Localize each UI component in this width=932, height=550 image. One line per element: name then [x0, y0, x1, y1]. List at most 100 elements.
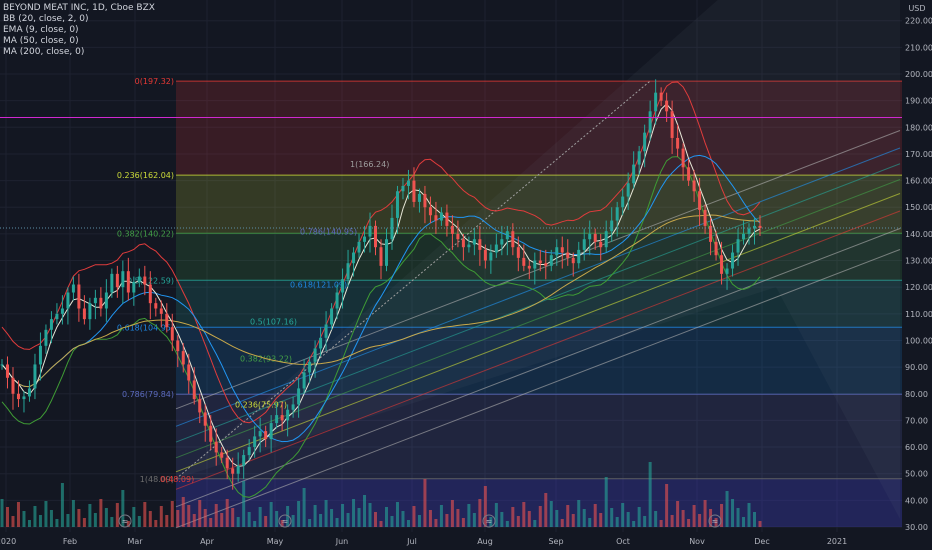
candle-body	[450, 225, 454, 234]
candle-body	[703, 209, 707, 226]
candle-body	[269, 423, 273, 440]
volume-bar	[428, 510, 432, 527]
price-tick-label: 180.00	[905, 123, 932, 132]
volume-bar	[461, 518, 465, 527]
volume-bar	[209, 518, 213, 527]
volume-bar	[703, 500, 707, 527]
candle-body	[115, 273, 119, 288]
volume-bar	[665, 484, 669, 527]
volume-bar	[88, 504, 92, 527]
price-tick-label: 220.00	[905, 17, 932, 26]
volume-bar	[626, 512, 630, 527]
candle-body	[110, 273, 114, 293]
volume-bar	[538, 506, 542, 527]
volume-bar	[604, 477, 608, 527]
time-tick-label: May	[267, 537, 284, 546]
candle-body	[725, 268, 729, 274]
volume-bar	[60, 483, 64, 527]
candle-body	[555, 247, 559, 256]
price-tick-label: 90.00	[905, 363, 928, 372]
candle-body	[731, 252, 735, 269]
candle-body	[621, 196, 625, 208]
volume-bar	[505, 521, 509, 527]
candle-body	[698, 191, 702, 210]
volume-bar	[115, 503, 119, 527]
volume-bar	[319, 514, 323, 527]
candle-body	[275, 415, 279, 424]
indicator-ma50[interactable]: MA (50, close, 0)	[3, 36, 155, 47]
volume-marker-label: ≈	[282, 517, 289, 526]
candle-body	[247, 447, 251, 456]
candle-body	[439, 212, 443, 221]
volume-bar	[681, 510, 685, 527]
time-tick-label: Dec	[754, 537, 769, 546]
volume-bar	[203, 509, 207, 527]
volume-bar	[384, 507, 388, 527]
candle-body	[654, 92, 658, 112]
volume-bar	[736, 508, 740, 527]
candle-body	[456, 233, 460, 240]
price-chart[interactable]: 0(197.32) 0.236(162.04) 0.382(140.22) 0.5(1…	[0, 0, 932, 550]
candle-body	[434, 215, 438, 221]
volume-bar	[253, 521, 257, 527]
candle-body	[533, 260, 537, 269]
volume-bar	[242, 481, 246, 527]
candle-body	[104, 292, 108, 309]
symbol-title[interactable]: BEYOND MEAT INC, 1D, Cboe BZX	[3, 3, 155, 14]
volume-bar	[450, 500, 454, 527]
volume-bar	[137, 516, 141, 527]
time-tick-label: Mar	[127, 537, 143, 546]
volume-bar	[588, 518, 592, 527]
candle-body	[632, 164, 636, 184]
price-tick-label: 190.00	[905, 97, 932, 106]
candle-body	[121, 271, 125, 288]
time-tick-label: Feb	[63, 537, 77, 546]
candle-body	[489, 252, 493, 261]
volume-bar	[93, 513, 97, 527]
candle-body	[352, 252, 356, 264]
candle-body	[670, 111, 674, 138]
volume-bar	[181, 497, 185, 527]
candle-body	[93, 297, 97, 304]
volume-bar	[335, 518, 339, 527]
candle-body	[143, 276, 147, 285]
volume-bar	[143, 502, 147, 527]
candle-body	[264, 431, 268, 440]
volume-bar	[132, 507, 136, 527]
fib-level-label: 0.382(140.22)	[117, 229, 174, 238]
volume-bar	[231, 508, 235, 527]
candle-body	[291, 404, 295, 410]
candle-body	[582, 239, 586, 250]
inner-fib-label: 0(48.09)	[160, 475, 194, 484]
volume-bar	[412, 506, 416, 527]
price-tick-label: 120.00	[905, 283, 932, 292]
price-axis[interactable]: USD 30.00 40.00 50.00 60.00 70.00 80.00 90.00 10…	[902, 0, 932, 550]
candle-body	[170, 327, 174, 341]
indicator-bb[interactable]: BB (20, close, 2, 0)	[3, 14, 155, 25]
inner-fib-label: 1(166.24)	[350, 160, 389, 169]
candle-body	[176, 340, 180, 352]
volume-bar	[753, 512, 757, 527]
candle-body	[203, 412, 207, 426]
volume-bar	[330, 509, 334, 527]
candle-body	[341, 279, 345, 293]
candle-body	[132, 281, 136, 293]
indicator-ema[interactable]: EMA (9, close, 0)	[3, 25, 155, 36]
price-tick-label: 210.00	[905, 43, 932, 52]
indicator-ma200[interactable]: MA (200, close, 0)	[3, 47, 155, 58]
time-tick-label: Jun	[335, 537, 349, 546]
candle-body	[297, 388, 301, 405]
candle-body	[417, 193, 421, 202]
candle-body	[648, 111, 652, 133]
volume-bar	[417, 515, 421, 527]
fib-level-label: 0(197.32)	[135, 77, 174, 86]
volume-bar	[439, 505, 443, 527]
volume-bar	[390, 516, 394, 527]
volume-bar	[324, 500, 328, 527]
volume-bar	[99, 499, 103, 527]
volume-bar	[516, 516, 520, 527]
fib-level-label: 0.786(79.84)	[122, 390, 174, 399]
candle-body	[538, 260, 542, 264]
volume-bar	[82, 518, 86, 527]
candle-body	[390, 217, 394, 240]
